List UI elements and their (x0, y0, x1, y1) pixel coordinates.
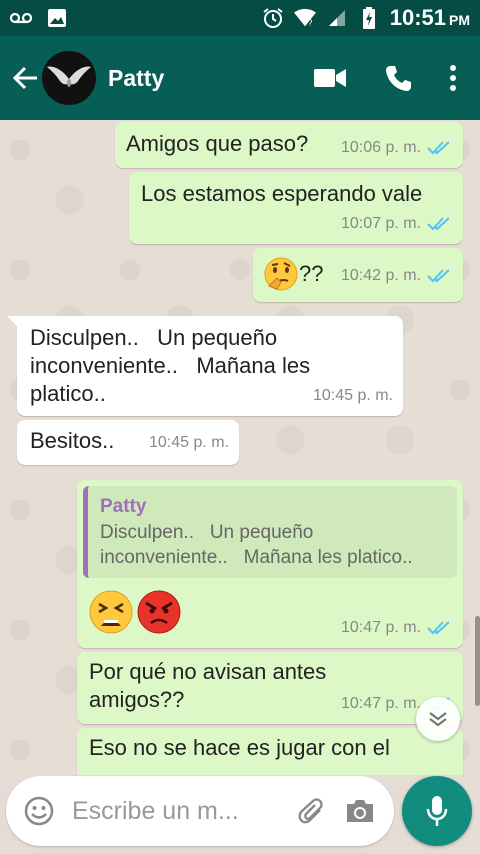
message-time: 10:47 p. m. (340, 695, 421, 712)
thinking-face-emoji (263, 256, 299, 292)
alarm-icon (262, 8, 284, 28)
scrollbar[interactable] (475, 616, 480, 706)
message-time: 10:47 p. m. (340, 619, 421, 636)
microphone-icon (426, 796, 448, 826)
paperclip-icon (298, 798, 323, 824)
read-ticks-icon (427, 216, 453, 232)
camera-icon (347, 800, 373, 822)
message-time: 10:42 p. m. (340, 267, 421, 284)
message-text: Eso no se hace es jugar con el (89, 735, 390, 760)
voice-call-button[interactable] (384, 64, 412, 92)
voice-record-button[interactable] (402, 776, 472, 846)
message-text: Besitos.. (30, 428, 115, 453)
message-time: 10:45 p. m. (148, 434, 229, 451)
video-call-button[interactable] (314, 68, 346, 88)
message-time: 10:07 p. m. (340, 215, 421, 232)
status-time: 10:51 PM (389, 5, 470, 30)
message-composer: Escribe un m... (6, 776, 394, 846)
wings-avatar-icon (47, 66, 91, 87)
phone-icon (386, 66, 411, 91)
message-outgoing[interactable]: Amigos que paso? 10:06 p. m. (115, 122, 463, 168)
more-options-button[interactable] (450, 65, 456, 91)
emoji-icon (24, 796, 54, 826)
back-arrow-icon (12, 66, 37, 90)
more-vert-icon (450, 65, 456, 91)
chat-header: Patty (0, 36, 480, 120)
message-outgoing[interactable]: Por qué no avisan antes amigos?? 10:47 p… (77, 652, 463, 724)
contact-name[interactable]: Patty (108, 65, 164, 92)
quoted-text: Disculpen.. Un pequeño inconveniente.. M… (100, 522, 413, 568)
message-incoming[interactable]: Besitos.. 10:45 p. m. (17, 420, 239, 465)
message-outgoing-reply[interactable]: Patty Disculpen.. Un pequeño inconvenien… (77, 480, 463, 648)
message-text: ?? (299, 261, 324, 286)
voicemail-icon (10, 8, 32, 28)
avatar[interactable] (42, 51, 96, 105)
video-call-icon (314, 69, 346, 87)
message-text: Amigos que paso? (126, 131, 309, 156)
read-ticks-icon (427, 268, 453, 284)
quoted-message[interactable]: Patty Disculpen.. Un pequeño inconvenien… (83, 486, 457, 578)
message-time: 10:06 p. m. (340, 139, 421, 156)
message-outgoing[interactable]: Los estamos esperando vale 10:07 p. m. (129, 172, 463, 244)
image-icon (46, 8, 68, 28)
double-chevron-down-icon (429, 712, 447, 727)
message-outgoing[interactable]: Eso no se hace es jugar con el (77, 728, 463, 775)
attach-button[interactable] (290, 791, 330, 831)
angry-face-emoji (135, 588, 183, 643)
back-button[interactable] (10, 58, 40, 98)
signal-icon (326, 8, 348, 28)
message-outgoing[interactable]: ?? 10:42 p. m. (253, 248, 463, 302)
scroll-to-bottom-button[interactable] (416, 697, 460, 741)
read-ticks-icon (427, 620, 453, 636)
battery-charging-icon (358, 7, 380, 29)
tired-face-emoji (87, 588, 135, 643)
svg-text:?: ? (307, 18, 312, 27)
message-incoming[interactable]: Disculpen.. Un pequeño inconveniente.. M… (17, 316, 403, 416)
camera-button[interactable] (340, 791, 380, 831)
message-text: Disculpen.. Un pequeño inconveniente.. M… (30, 325, 311, 406)
wifi-icon: ? (293, 8, 316, 28)
message-text: Los estamos esperando vale (141, 181, 423, 206)
bubble-tail (7, 316, 21, 330)
chat-area[interactable]: Amigos que paso? 10:06 p. m. Los estamos… (0, 120, 480, 775)
quoted-author: Patty (100, 496, 147, 517)
status-bar: ? 10:51 PM (0, 0, 480, 36)
message-text: Por qué no avisan antes amigos?? (89, 659, 327, 712)
emoji-button[interactable] (20, 792, 58, 830)
message-time: 10:45 p. m. (312, 387, 393, 404)
message-input[interactable]: Escribe un m... (72, 797, 280, 826)
read-ticks-icon (427, 140, 453, 156)
